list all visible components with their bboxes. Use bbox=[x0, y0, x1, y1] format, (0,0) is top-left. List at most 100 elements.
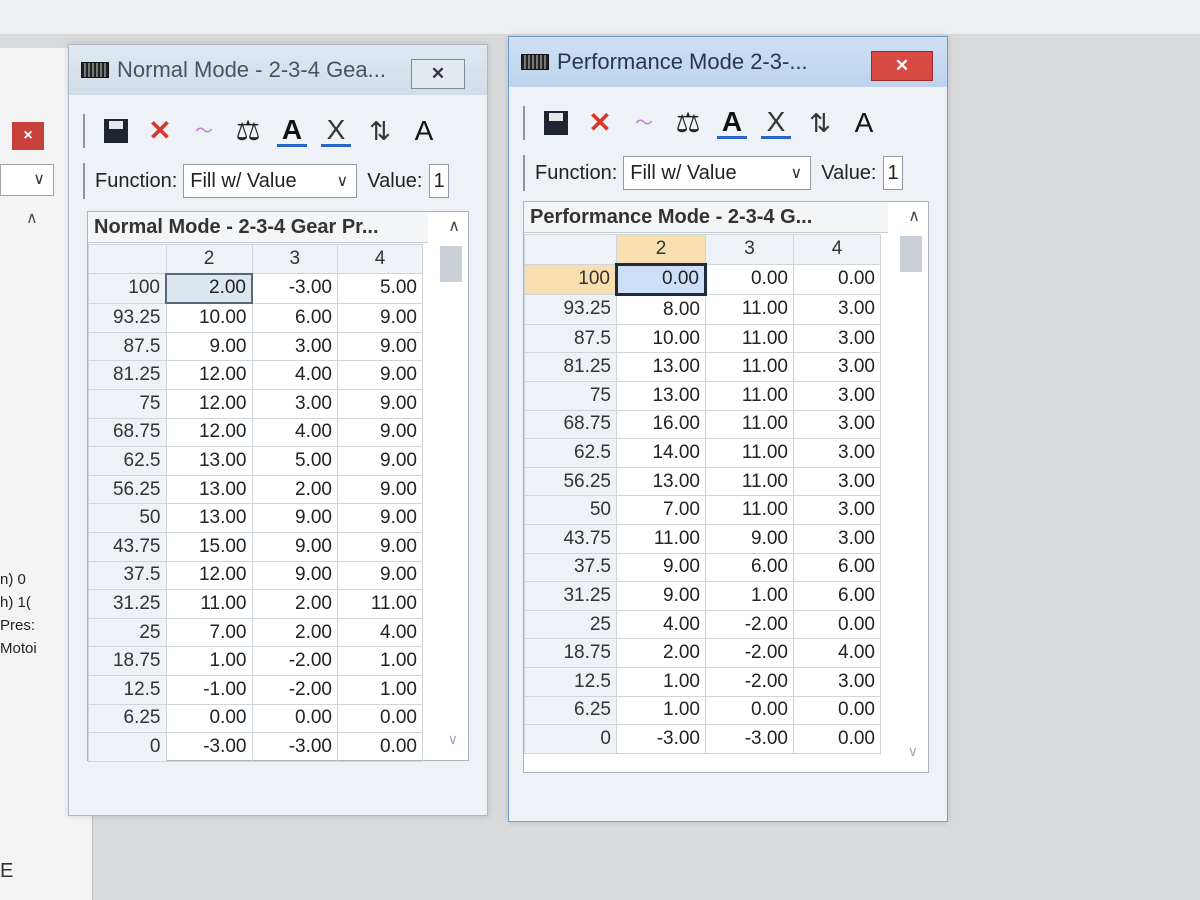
row-header[interactable]: 6.25 bbox=[88, 703, 167, 734]
row-header[interactable]: 68.75 bbox=[88, 417, 167, 448]
table-cell[interactable]: -2.00 bbox=[705, 638, 794, 668]
value-input[interactable]: 1 bbox=[882, 156, 903, 190]
column-header[interactable]: 4 bbox=[793, 234, 881, 265]
row-header[interactable]: 0 bbox=[524, 724, 617, 754]
table-cell[interactable]: 12.00 bbox=[165, 360, 253, 390]
table-cell[interactable]: 0.00 bbox=[337, 703, 423, 734]
table-cell[interactable]: 9.00 bbox=[337, 331, 423, 362]
function-select[interactable]: Fill w/ Value ∨ bbox=[623, 156, 812, 190]
delete-icon[interactable]: ✕ bbox=[145, 114, 175, 148]
row-header[interactable]: 93.25 bbox=[88, 302, 167, 333]
column-header[interactable]: 2 bbox=[616, 234, 706, 265]
table-cell[interactable]: 0.00 bbox=[793, 609, 881, 640]
row-header[interactable]: 25 bbox=[524, 609, 617, 640]
table-cell[interactable]: 0.00 bbox=[793, 724, 881, 754]
table-cell[interactable]: 4.00 bbox=[251, 417, 338, 448]
scale-icon[interactable]: ⚖ bbox=[233, 114, 263, 148]
table-cell[interactable]: -2.00 bbox=[705, 609, 794, 640]
table-cell[interactable]: 3.00 bbox=[793, 495, 881, 525]
row-header[interactable]: 87.5 bbox=[524, 323, 617, 354]
table-cell[interactable]: 2.00 bbox=[251, 589, 338, 619]
row-header[interactable]: 37.5 bbox=[88, 560, 167, 591]
left-window-close-button[interactable]: × bbox=[12, 122, 44, 150]
table-cell[interactable]: 6.00 bbox=[793, 552, 881, 583]
table-cell[interactable]: 3.00 bbox=[793, 323, 881, 354]
table-cell[interactable]: 11.00 bbox=[705, 352, 794, 382]
table-cell[interactable]: 9.00 bbox=[337, 388, 423, 419]
value-input[interactable]: 1 bbox=[428, 164, 449, 198]
table-cell[interactable]: 13.00 bbox=[165, 503, 253, 533]
normal-titlebar[interactable]: Normal Mode - 2-3-4 Gea... ✕ bbox=[69, 45, 487, 95]
table-cell[interactable]: -3.00 bbox=[251, 732, 338, 762]
vertical-scrollbar[interactable] bbox=[900, 236, 922, 272]
table-cell[interactable]: 6.00 bbox=[705, 552, 794, 583]
table-cell[interactable]: 3.00 bbox=[793, 294, 881, 325]
table-cell[interactable]: 3.00 bbox=[793, 380, 881, 411]
row-header[interactable]: 18.75 bbox=[524, 638, 617, 668]
font-a-icon[interactable]: A bbox=[849, 106, 879, 140]
table-cell[interactable]: 12.00 bbox=[165, 560, 253, 591]
table-cell[interactable]: 13.00 bbox=[616, 352, 706, 382]
text-a-icon[interactable]: A bbox=[277, 115, 307, 147]
table-cell[interactable]: 9.00 bbox=[251, 560, 338, 591]
row-header[interactable]: 62.5 bbox=[88, 446, 167, 476]
table-cell[interactable]: 6.00 bbox=[793, 581, 881, 611]
row-header[interactable]: 50 bbox=[88, 503, 167, 533]
table-cell[interactable]: 14.00 bbox=[616, 438, 706, 468]
scroll-up-icon[interactable]: ∧ bbox=[448, 216, 460, 236]
table-cell[interactable]: 0.00 bbox=[337, 732, 423, 762]
row-header[interactable]: 62.5 bbox=[524, 438, 617, 468]
table-cell[interactable]: 9.00 bbox=[616, 552, 706, 583]
table-cell[interactable]: 9.00 bbox=[705, 523, 794, 554]
table-cell[interactable]: 16.00 bbox=[616, 409, 706, 440]
table-cell[interactable]: 13.00 bbox=[165, 446, 253, 476]
table-cell[interactable]: 0.00 bbox=[165, 703, 253, 734]
graph-icon[interactable]: 〜 bbox=[629, 106, 659, 140]
row-header[interactable]: 43.75 bbox=[524, 523, 617, 554]
row-header[interactable]: 56.25 bbox=[524, 466, 617, 497]
row-header[interactable]: 68.75 bbox=[524, 409, 617, 440]
table-cell[interactable]: 3.00 bbox=[793, 666, 881, 697]
table-cell[interactable]: 3.00 bbox=[251, 331, 338, 362]
delete-icon[interactable]: ✕ bbox=[585, 106, 615, 140]
table-cell[interactable]: 1.00 bbox=[616, 695, 706, 726]
table-cell[interactable]: -3.00 bbox=[616, 724, 706, 754]
table-cell[interactable]: 9.00 bbox=[165, 331, 253, 362]
font-a-icon[interactable]: A bbox=[409, 114, 439, 148]
row-header[interactable]: 100 bbox=[524, 263, 617, 296]
table-cell[interactable]: 0.00 bbox=[251, 703, 338, 734]
table-cell[interactable]: 3.00 bbox=[793, 523, 881, 554]
table-cell[interactable]: -1.00 bbox=[165, 674, 253, 705]
table-cell[interactable]: 4.00 bbox=[616, 609, 706, 640]
table-cell[interactable]: 1.00 bbox=[337, 674, 423, 705]
table-cell[interactable]: 9.00 bbox=[337, 446, 423, 476]
table-cell[interactable]: 13.00 bbox=[616, 380, 706, 411]
table-cell[interactable]: 12.00 bbox=[165, 388, 253, 419]
row-header[interactable]: 43.75 bbox=[88, 531, 167, 562]
table-cell[interactable]: 4.00 bbox=[337, 617, 423, 648]
table-cell[interactable]: -2.00 bbox=[705, 666, 794, 697]
table-cell[interactable]: 11.00 bbox=[705, 323, 794, 354]
table-cell[interactable]: 11.00 bbox=[705, 466, 794, 497]
table-cell[interactable]: 10.00 bbox=[616, 323, 706, 354]
row-header[interactable]: 12.5 bbox=[88, 674, 167, 705]
save-icon[interactable] bbox=[544, 111, 568, 135]
table-cell[interactable]: 11.00 bbox=[705, 495, 794, 525]
table-cell[interactable]: 5.00 bbox=[251, 446, 338, 476]
column-header[interactable]: 4 bbox=[337, 243, 423, 275]
table-cell[interactable]: 9.00 bbox=[337, 531, 423, 562]
table-cell[interactable]: -3.00 bbox=[251, 273, 338, 304]
scale-icon[interactable]: ⚖ bbox=[673, 106, 703, 140]
scroll-up-icon[interactable]: ∧ bbox=[908, 206, 920, 226]
column-header[interactable]: 2 bbox=[165, 243, 253, 275]
table-cell[interactable]: 0.00 bbox=[705, 263, 794, 296]
table-cell[interactable]: 2.00 bbox=[251, 474, 338, 505]
sort-arrows-icon[interactable]: ⇅ bbox=[805, 106, 835, 140]
row-header[interactable]: 100 bbox=[88, 273, 167, 304]
row-header[interactable]: 75 bbox=[88, 388, 167, 419]
table-cell[interactable]: 5.00 bbox=[337, 273, 423, 304]
table-cell[interactable]: 11.00 bbox=[705, 409, 794, 440]
row-header[interactable]: 25 bbox=[88, 617, 167, 648]
row-header[interactable]: 81.25 bbox=[524, 352, 617, 382]
table-cell[interactable]: 13.00 bbox=[165, 474, 253, 505]
